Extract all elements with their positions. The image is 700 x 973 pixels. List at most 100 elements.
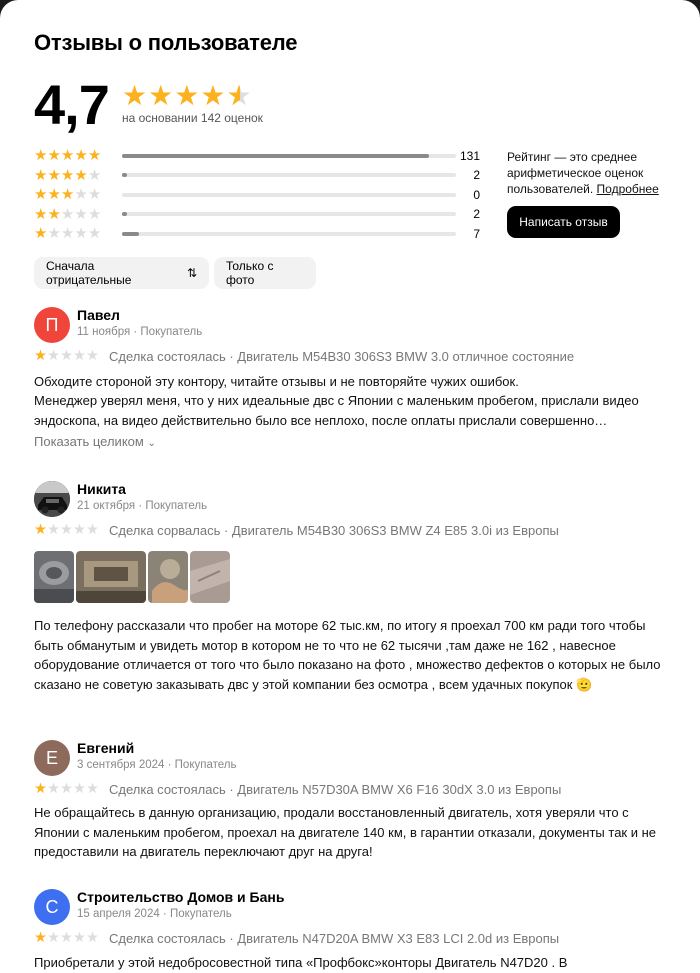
star-empty-icon: ★ xyxy=(47,348,60,364)
distribution-count: 0 xyxy=(473,187,480,202)
star-empty-icon: ★ xyxy=(73,930,86,946)
distribution-count: 2 xyxy=(473,207,480,222)
rating-info: Рейтинг — это среднее арифметическое оце… xyxy=(507,149,672,197)
star-empty-icon: ★ xyxy=(60,522,73,538)
star-empty-icon: ★ xyxy=(60,781,73,797)
sort-filter-button[interactable]: Сначала отрицательные ⇅ xyxy=(34,257,209,289)
page-title: Отзывы о пользователе xyxy=(34,30,298,55)
distribution-row-1: ★ ★ ★ ★ ★ 7 xyxy=(34,224,484,244)
star-empty-icon: ★ xyxy=(87,166,102,184)
stars-4: ★ ★ ★ ★ ★ xyxy=(34,168,116,183)
distribution-bar-fill xyxy=(122,231,139,236)
star-empty-icon: ★ xyxy=(87,205,102,223)
star-icon: ★ xyxy=(47,147,61,165)
star-empty-icon: ★ xyxy=(47,930,60,946)
star-icon: ★ xyxy=(74,147,88,165)
review-photo[interactable] xyxy=(148,551,188,603)
photo-only-filter-button[interactable]: Только с фото xyxy=(214,257,316,289)
avatar-car-photo xyxy=(34,481,70,517)
star-empty-icon: ★ xyxy=(86,348,99,364)
star-icon: ★ xyxy=(200,80,226,111)
star-empty-icon: ★ xyxy=(86,522,99,538)
chevron-down-icon: ⌄ xyxy=(147,438,156,449)
review-item: Никита 21 октября · Покупатель ★ ★ ★ ★ ★ Сде… xyxy=(34,481,674,721)
avatar-initial: Е xyxy=(45,747,58,768)
distribution-row-2: ★ ★ ★ ★ ★ 2 xyxy=(34,205,484,225)
write-review-button[interactable]: Написать отзыв xyxy=(507,206,620,238)
sort-filter-label: Сначала отрицательные xyxy=(46,259,132,287)
star-icon: ★ xyxy=(34,186,48,204)
star-icon: ★ xyxy=(60,166,75,184)
star-icon: ★ xyxy=(74,166,88,184)
review-photo[interactable] xyxy=(190,551,230,603)
star-empty-icon: ★ xyxy=(73,348,86,364)
review-text: Не обращайтесь в данную организацию, про… xyxy=(34,805,657,859)
show-full-label: Показать целиком xyxy=(34,434,144,449)
show-full-review-link[interactable]: Показать целиком ⌄ xyxy=(34,434,156,449)
ratings-count: на основании 142 оценок xyxy=(122,111,263,125)
star-icon: ★ xyxy=(60,147,75,165)
star-icon: ★ xyxy=(34,166,48,184)
star-empty-icon: ★ xyxy=(60,930,73,946)
avatar[interactable]: С xyxy=(34,889,70,925)
reviews-panel: Отзывы о пользователе 4,7 ★ ★ ★ ★ ★ на о… xyxy=(0,0,700,973)
distribution-row-4: ★ ★ ★ ★ ★ 2 xyxy=(34,166,484,186)
avatar-initial: С xyxy=(45,896,59,917)
star-empty-icon: ★ xyxy=(47,781,60,797)
star-icon: ★ xyxy=(34,147,48,165)
review-author[interactable]: Строительство Домов и Бань xyxy=(77,889,284,905)
sort-arrows-icon: ⇅ xyxy=(186,266,197,280)
review-item: С Строительство Домов и Бань 15 апреля 2… xyxy=(34,889,674,973)
star-empty-icon: ★ xyxy=(87,225,102,243)
average-rating: 4,7 xyxy=(34,73,110,136)
review-meta: 11 ноября · Покупатель xyxy=(77,326,203,338)
star-empty-icon: ★ xyxy=(47,522,60,538)
review-text: По телефону рассказали что пробег на мот… xyxy=(34,618,661,692)
star-empty-icon: ★ xyxy=(60,205,75,223)
star-empty-icon: ★ xyxy=(73,781,86,797)
star-icon: ★ xyxy=(34,348,47,364)
star-empty-icon: ★ xyxy=(86,930,99,946)
review-author[interactable]: Никита xyxy=(77,481,126,497)
distribution-bar xyxy=(122,231,456,236)
star-icon: ★ xyxy=(34,930,47,946)
review-stars: ★ ★ ★ ★ ★ xyxy=(34,930,99,946)
star-empty-icon: ★ xyxy=(74,186,88,204)
star-icon: ★ xyxy=(34,205,48,223)
distribution-row-3: ★ ★ ★ ★ ★ 0 xyxy=(34,185,484,205)
review-deal: Сделка сорвалась · Двигатель M54B30 306S… xyxy=(109,523,559,538)
star-icon: ★ xyxy=(47,186,61,204)
star-icon: ★ xyxy=(174,80,200,111)
review-author[interactable]: Евгений xyxy=(77,740,134,756)
star-empty-icon: ★ xyxy=(74,225,88,243)
avatar[interactable]: П xyxy=(34,307,70,343)
distribution-bar-fill xyxy=(122,153,430,158)
review-text-line: Обходите стороной эту контору, читайте о… xyxy=(34,374,519,389)
star-empty-icon: ★ xyxy=(47,225,61,243)
distribution-bar xyxy=(122,212,456,217)
review-text: Менеджер уверял меня, что у них идеальны… xyxy=(34,393,639,428)
star-icon: ★ xyxy=(87,147,102,165)
review-photo[interactable] xyxy=(76,551,146,603)
review-photo[interactable] xyxy=(34,551,74,603)
star-icon: ★ xyxy=(34,225,48,243)
review-author[interactable]: Павел xyxy=(77,307,120,323)
avatar[interactable]: Е xyxy=(34,740,70,776)
star-icon: ★ xyxy=(34,522,47,538)
star-icon: ★ xyxy=(47,166,61,184)
review-meta: 21 октября · Покупатель xyxy=(77,500,208,512)
distribution-bar-fill xyxy=(122,212,127,217)
distribution-bar xyxy=(122,192,456,197)
half-star-icon: ★ xyxy=(226,82,251,111)
stars-3: ★ ★ ★ ★ ★ xyxy=(34,187,116,202)
star-icon: ★ xyxy=(148,80,174,111)
avatar[interactable] xyxy=(34,481,70,517)
review-meta: 15 апреля 2024 · Покупатель xyxy=(77,908,232,920)
review-item: Е Евгений 3 сентября 2024 · Покупатель ★… xyxy=(34,740,674,870)
avatar-initial: П xyxy=(45,314,59,335)
distribution-bar-fill xyxy=(122,173,127,178)
star-empty-icon: ★ xyxy=(73,522,86,538)
distribution-count: 2 xyxy=(473,168,480,183)
review-stars: ★ ★ ★ ★ ★ xyxy=(34,348,99,364)
more-info-link[interactable]: Подробнее xyxy=(597,182,659,196)
